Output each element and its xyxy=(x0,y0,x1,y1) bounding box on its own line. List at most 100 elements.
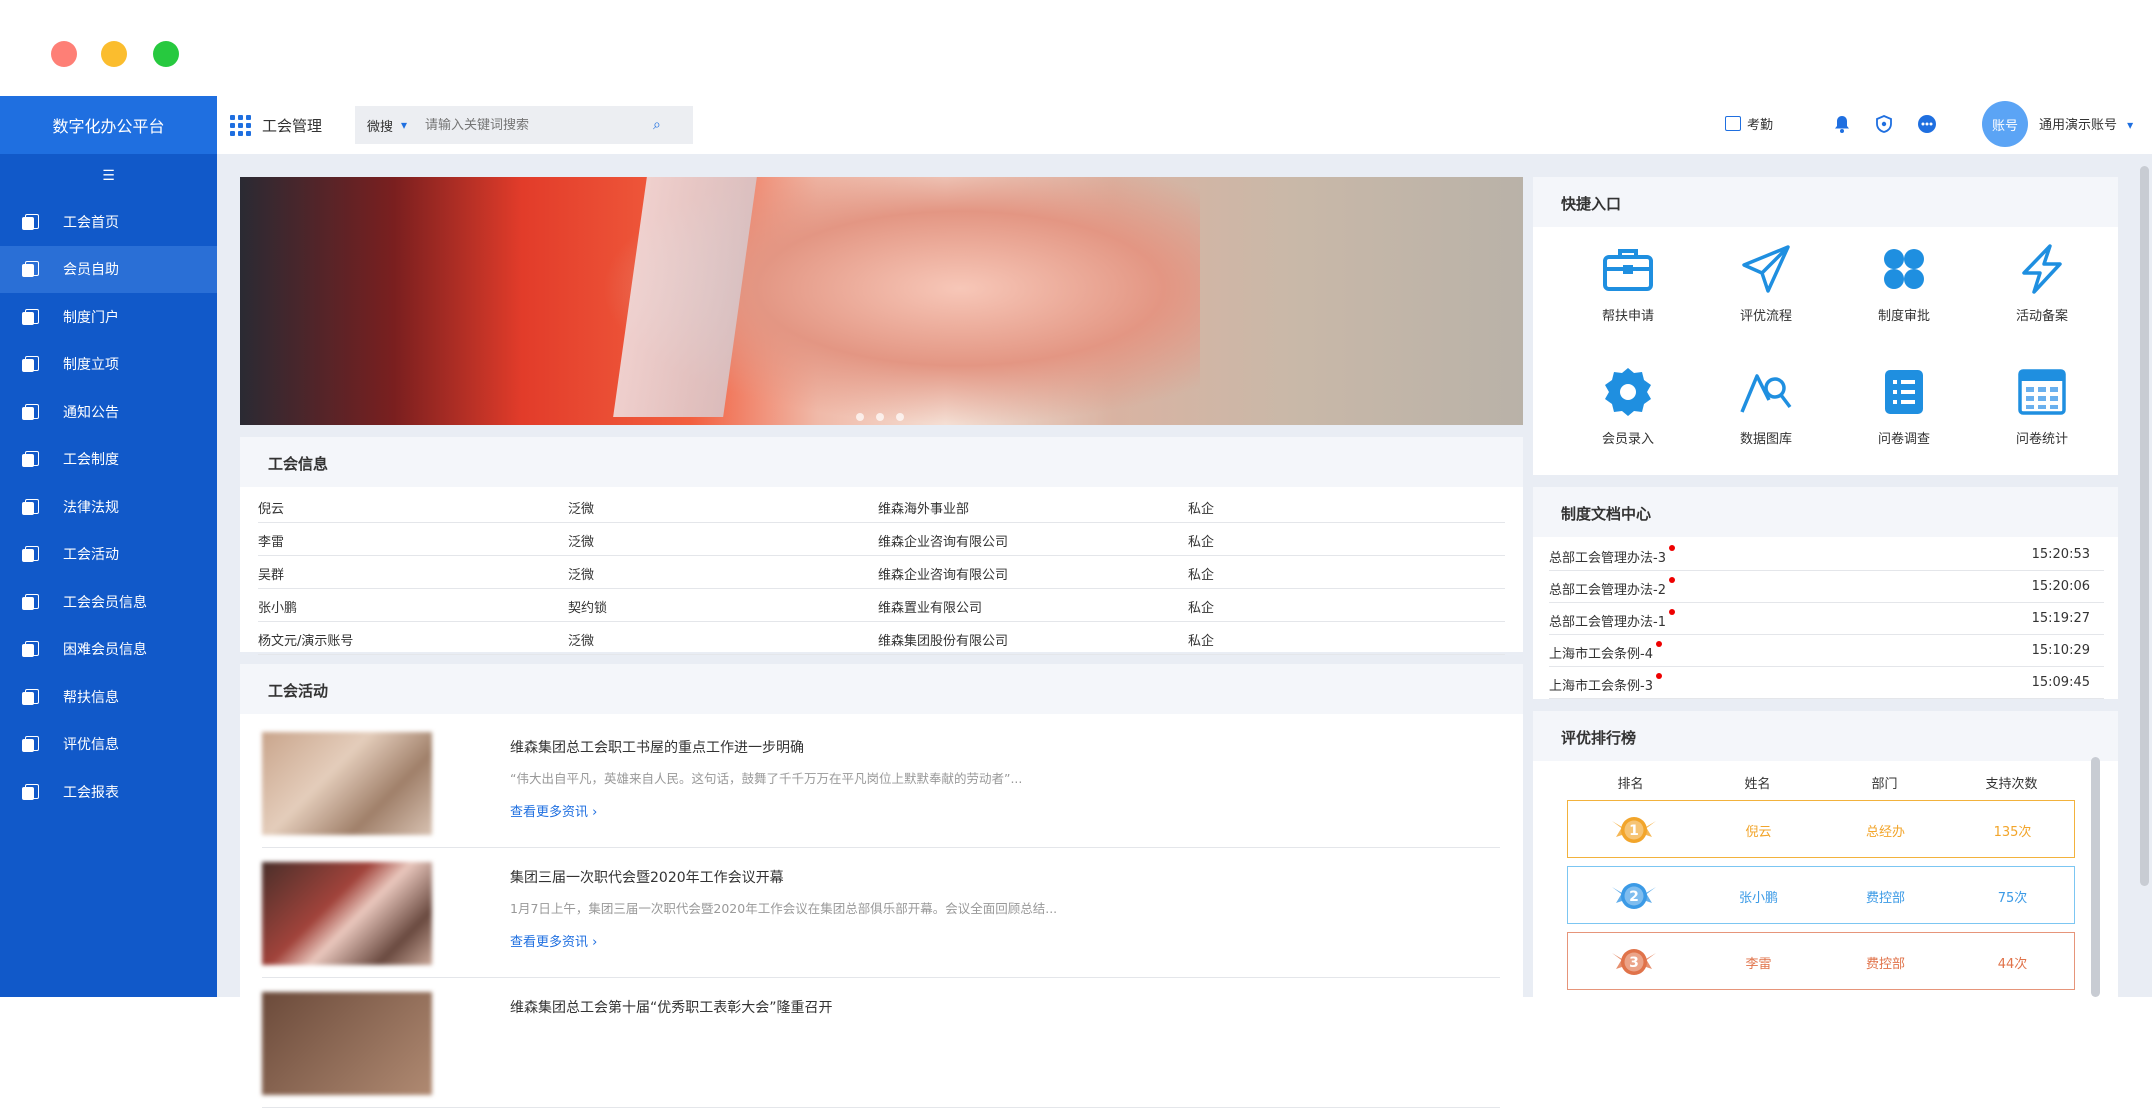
quick-entry-label: 问卷调查 xyxy=(1877,432,1930,447)
document-row[interactable]: 总部工会管理办法-2 15:20:06 xyxy=(1549,571,2104,603)
more-icon[interactable] xyxy=(1916,113,1938,135)
document-time: 15:20:53 xyxy=(2031,547,2090,562)
search-input[interactable] xyxy=(425,117,654,133)
ranking-row[interactable]: 3 李雷 费控部 44次 xyxy=(1567,932,2075,990)
ranking-row[interactable]: 2 张小鹏 费控部 75次 xyxy=(1567,866,2075,924)
news-title[interactable]: 维森集团总工会职工书屋的重点工作进一步明确 xyxy=(510,737,804,757)
sidebar-item[interactable]: 制度门户 xyxy=(0,293,217,341)
carousel-dot[interactable] xyxy=(876,413,884,421)
table-row[interactable]: 吴群 泛微 维森企业咨询有限公司 私企 xyxy=(258,556,1505,589)
panel-title: 评优排行榜 xyxy=(1561,729,1637,747)
menu-fold-icon[interactable]: ☰ xyxy=(0,154,217,198)
document-row[interactable]: 上海市工会条例-4 15:10:29 xyxy=(1549,635,2104,667)
sidebar-item[interactable]: 会员自助 xyxy=(0,245,217,293)
document-name: 总部工会管理办法-3 xyxy=(1549,551,1666,566)
search-scope-label: 微搜 xyxy=(367,119,394,135)
list-icon xyxy=(1876,364,1932,420)
quick-entry-item[interactable]: 帮扶申请 xyxy=(1573,241,1683,341)
account-menu[interactable]: 通用演示账号 ▾ xyxy=(2039,114,2133,133)
document-row[interactable]: 总部工会管理办法-3 15:20:53 xyxy=(1549,539,2104,571)
sidebar-item-label: 法律法规 xyxy=(63,499,119,516)
quick-entry-item[interactable]: 活动备案 xyxy=(1987,241,2097,341)
document-icon xyxy=(22,213,39,230)
table-cell: 私企 xyxy=(1188,502,1215,517)
document-icon xyxy=(22,546,39,563)
table-cell: 维森置业有限公司 xyxy=(878,601,983,616)
list-item[interactable]: 集团三届一次职代会暨2020年工作会议开幕 1月7日上午，集团三届一次职代会暨20… xyxy=(262,850,1500,978)
table-cell: 泛微 xyxy=(568,634,595,649)
avatar[interactable]: 账号 xyxy=(1982,101,2028,147)
sidebar-item[interactable]: 工会制度 xyxy=(0,436,217,484)
chevron-down-icon: ▾ xyxy=(2127,118,2134,132)
table-row[interactable]: 倪云 泛微 维森海外事业部 私企 xyxy=(258,490,1505,523)
banner-carousel[interactable] xyxy=(240,177,1523,425)
document-row[interactable]: 上海市工会条例-3 15:09:45 xyxy=(1549,667,2104,699)
table-cell: 维森海外事业部 xyxy=(878,502,970,517)
sidebar-item[interactable]: 通知公告 xyxy=(0,388,217,436)
carousel-dot[interactable] xyxy=(856,413,864,421)
sidebar-item[interactable]: 工会会员信息 xyxy=(0,578,217,626)
rank-name: 张小鹏 xyxy=(1738,891,1778,906)
page-scrollbar[interactable] xyxy=(2140,166,2149,886)
sidebar-item[interactable]: 评优信息 xyxy=(0,721,217,769)
sidebar-item[interactable]: 法律法规 xyxy=(0,483,217,531)
minimize-window-button[interactable] xyxy=(101,41,127,67)
sidebar-item[interactable]: 工会活动 xyxy=(0,531,217,579)
panel-header: 制度文档中心 xyxy=(1533,487,2118,537)
search-scope-select[interactable]: 微搜 ▾ xyxy=(355,116,425,135)
document-row[interactable]: 总部工会管理办法-1 15:19:27 xyxy=(1549,603,2104,635)
attendance-button[interactable]: 考勤 xyxy=(1725,114,1773,133)
sidebar-item-label: 工会会员信息 xyxy=(63,594,147,611)
ranking-row[interactable]: 1 倪云 总经办 135次 xyxy=(1567,800,2075,858)
panel-title: 工会信息 xyxy=(268,455,329,473)
document-name: 上海市工会条例-3 xyxy=(1549,679,1653,694)
ranking-panel: 评优排行榜 排名 姓名 部门 支持次数 1 倪云 总经办 135次 2 张小鹏 费控部 75次… xyxy=(1533,711,2118,997)
sidebar-menu: 工会首页 会员自助 制度门户 制度立项 通知公告 工会制度法律法规工会活动工会会员信息困难… xyxy=(0,198,217,816)
news-title[interactable]: 维森集团总工会第十届“优秀职工表彰大会”隆重召开 xyxy=(510,997,833,1017)
quick-entry-item[interactable]: 数据图库 xyxy=(1711,364,1821,464)
document-center-panel: 制度文档中心 总部工会管理办法-3 15:20:53 总部工会管理办法-2 15:20… xyxy=(1533,487,2118,699)
table-cell: 泛微 xyxy=(568,568,595,583)
rank-dept: 费控部 xyxy=(1865,957,1905,972)
more-news-link[interactable]: 查看更多资讯 › xyxy=(510,931,597,950)
document-icon xyxy=(22,688,39,705)
quick-entry-item[interactable]: 问卷调查 xyxy=(1849,364,1959,464)
quick-entry-item[interactable]: 问卷统计 xyxy=(1987,364,2097,464)
table-cell: 维森企业咨询有限公司 xyxy=(878,568,1009,583)
news-summary: 1月7日上午，集团三届一次职代会暨2020年工作会议在集团总部俱乐部开幕。会议全… xyxy=(510,901,1058,916)
column-header: 姓名 xyxy=(1744,777,1771,792)
app-grid-icon[interactable] xyxy=(230,114,251,136)
close-window-button[interactable] xyxy=(51,41,77,67)
quick-entry-item[interactable]: 评优流程 xyxy=(1711,241,1821,341)
list-item[interactable]: 维森集团总工会第十届“优秀职工表彰大会”隆重召开 xyxy=(262,980,1500,1108)
table-row[interactable]: 杨文元/演示账号 泛微 维森集团股份有限公司 私企 xyxy=(258,622,1505,655)
maximize-window-button[interactable] xyxy=(153,41,179,67)
new-badge xyxy=(1655,673,1662,679)
document-icon xyxy=(22,593,39,610)
table-cell: 私企 xyxy=(1188,634,1215,649)
table-cell: 倪云 xyxy=(258,502,285,517)
ranking-scrollbar[interactable] xyxy=(2091,757,2100,997)
table-cell: 契约锁 xyxy=(568,601,608,616)
search-icon[interactable]: ⌕ xyxy=(653,117,661,133)
more-news-link[interactable]: 查看更多资讯 › xyxy=(510,801,597,820)
quick-entry-item[interactable]: 制度审批 xyxy=(1849,241,1959,341)
list-item[interactable]: 维森集团总工会职工书屋的重点工作进一步明确 “伟大出自平凡，英雄来自人民。这句话，… xyxy=(262,720,1500,848)
news-title[interactable]: 集团三届一次职代会暨2020年工作会议开幕 xyxy=(510,867,784,887)
sidebar-item[interactable]: 制度立项 xyxy=(0,341,217,389)
carousel-dot[interactable] xyxy=(896,413,904,421)
news-thumbnail xyxy=(262,992,432,1095)
sidebar-item[interactable]: 困难会员信息 xyxy=(0,626,217,674)
sidebar-item[interactable]: 工会首页 xyxy=(0,198,217,246)
quick-entry-label: 会员录入 xyxy=(1601,432,1654,447)
table-cell: 泛微 xyxy=(568,535,595,550)
table-row[interactable]: 李雷 泛微 维森企业咨询有限公司 私企 xyxy=(258,523,1505,556)
shield-icon[interactable] xyxy=(1873,113,1895,135)
sidebar-item[interactable]: 工会报表 xyxy=(0,768,217,816)
bell-icon[interactable] xyxy=(1831,113,1853,135)
sidebar-item[interactable]: 帮扶信息 xyxy=(0,673,217,721)
rank-name: 李雷 xyxy=(1745,957,1772,972)
table-row[interactable]: 张小鹏 契约锁 维森置业有限公司 私企 xyxy=(258,589,1505,622)
quick-entry-item[interactable]: 会员录入 xyxy=(1573,364,1683,464)
top-bar: 工会管理 微搜 ▾ ⌕ 考勤 账号 通用演示账号 ▾ xyxy=(217,96,2152,154)
